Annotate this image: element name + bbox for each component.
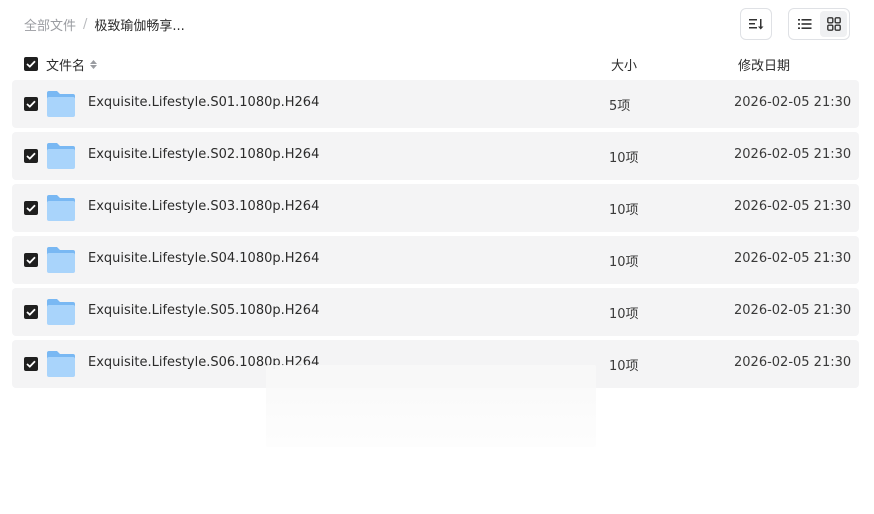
sort-caret-icon: [90, 60, 98, 69]
column-header-name[interactable]: 文件名: [46, 55, 98, 74]
table-row[interactable]: Exquisite.Lifestyle.S04.1080p.H264 10项 2…: [12, 236, 859, 284]
file-name: Exquisite.Lifestyle.S03.1080p.H264: [88, 199, 320, 214]
folder-icon: [47, 351, 75, 377]
file-date: 2026-02-05 21:30: [734, 303, 852, 318]
file-date: 2026-02-05 21:30: [734, 355, 852, 370]
list-view-button[interactable]: [791, 11, 818, 37]
column-header-date[interactable]: 修改日期: [738, 55, 790, 74]
folder-icon: [47, 299, 75, 325]
row-checkbox[interactable]: [24, 305, 38, 319]
table-row[interactable]: Exquisite.Lifestyle.S05.1080p.H264 10项 2…: [12, 288, 859, 336]
file-name: Exquisite.Lifestyle.S02.1080p.H264: [88, 147, 320, 162]
grid-view-icon: [826, 17, 841, 31]
list-view-icon: [797, 19, 811, 29]
file-size: 5项: [609, 99, 631, 114]
table-row[interactable]: Exquisite.Lifestyle.S02.1080p.H264 10项 2…: [12, 132, 859, 180]
breadcrumb-separator: /: [83, 16, 88, 32]
row-checkbox[interactable]: [24, 253, 38, 267]
check-icon: [26, 152, 36, 160]
overlay-tooltip: [266, 365, 596, 447]
folder-icon: [47, 91, 75, 117]
table-row[interactable]: Exquisite.Lifestyle.S01.1080p.H264 5项 20…: [12, 80, 859, 128]
file-date: 2026-02-05 21:30: [734, 147, 852, 162]
file-size: 10项: [609, 307, 639, 322]
breadcrumb: 全部文件 / 极致瑜伽畅享...: [24, 14, 185, 34]
sort-icon: [749, 19, 764, 30]
folder-icon: [47, 247, 75, 273]
file-list: Exquisite.Lifestyle.S01.1080p.H264 5项 20…: [12, 80, 859, 392]
breadcrumb-current: 极致瑜伽畅享...: [94, 18, 185, 34]
check-icon: [26, 360, 36, 368]
file-name: Exquisite.Lifestyle.S01.1080p.H264: [88, 95, 320, 110]
file-browser: 全部文件 / 极致瑜伽畅享... 文件名 大小 修改日期 Exquisite.L…: [0, 0, 874, 514]
file-date: 2026-02-05 21:30: [734, 199, 852, 214]
row-checkbox[interactable]: [24, 149, 38, 163]
check-icon: [26, 204, 36, 212]
file-size: 10项: [609, 151, 639, 166]
file-name: Exquisite.Lifestyle.S04.1080p.H264: [88, 251, 320, 266]
file-size: 10项: [609, 359, 639, 374]
view-toggle: [788, 8, 850, 40]
select-all-checkbox[interactable]: [24, 57, 38, 71]
column-header-name-label: 文件名: [46, 59, 86, 74]
file-date: 2026-02-05 21:30: [734, 251, 852, 266]
check-icon: [26, 100, 36, 108]
file-date: 2026-02-05 21:30: [734, 95, 852, 110]
folder-icon: [47, 143, 75, 169]
file-size: 10项: [609, 255, 639, 270]
row-checkbox[interactable]: [24, 201, 38, 215]
check-icon: [26, 308, 36, 316]
sort-button[interactable]: [740, 8, 772, 40]
row-checkbox[interactable]: [24, 357, 38, 371]
grid-view-button[interactable]: [820, 11, 847, 37]
check-icon: [26, 60, 36, 68]
file-size: 10项: [609, 203, 639, 218]
table-header: 文件名 大小 修改日期: [12, 52, 859, 76]
folder-icon: [47, 195, 75, 221]
row-checkbox[interactable]: [24, 97, 38, 111]
breadcrumb-root[interactable]: 全部文件: [24, 15, 76, 34]
check-icon: [26, 256, 36, 264]
table-row[interactable]: Exquisite.Lifestyle.S03.1080p.H264 10项 2…: [12, 184, 859, 232]
file-name: Exquisite.Lifestyle.S05.1080p.H264: [88, 303, 320, 318]
column-header-size[interactable]: 大小: [611, 55, 637, 74]
